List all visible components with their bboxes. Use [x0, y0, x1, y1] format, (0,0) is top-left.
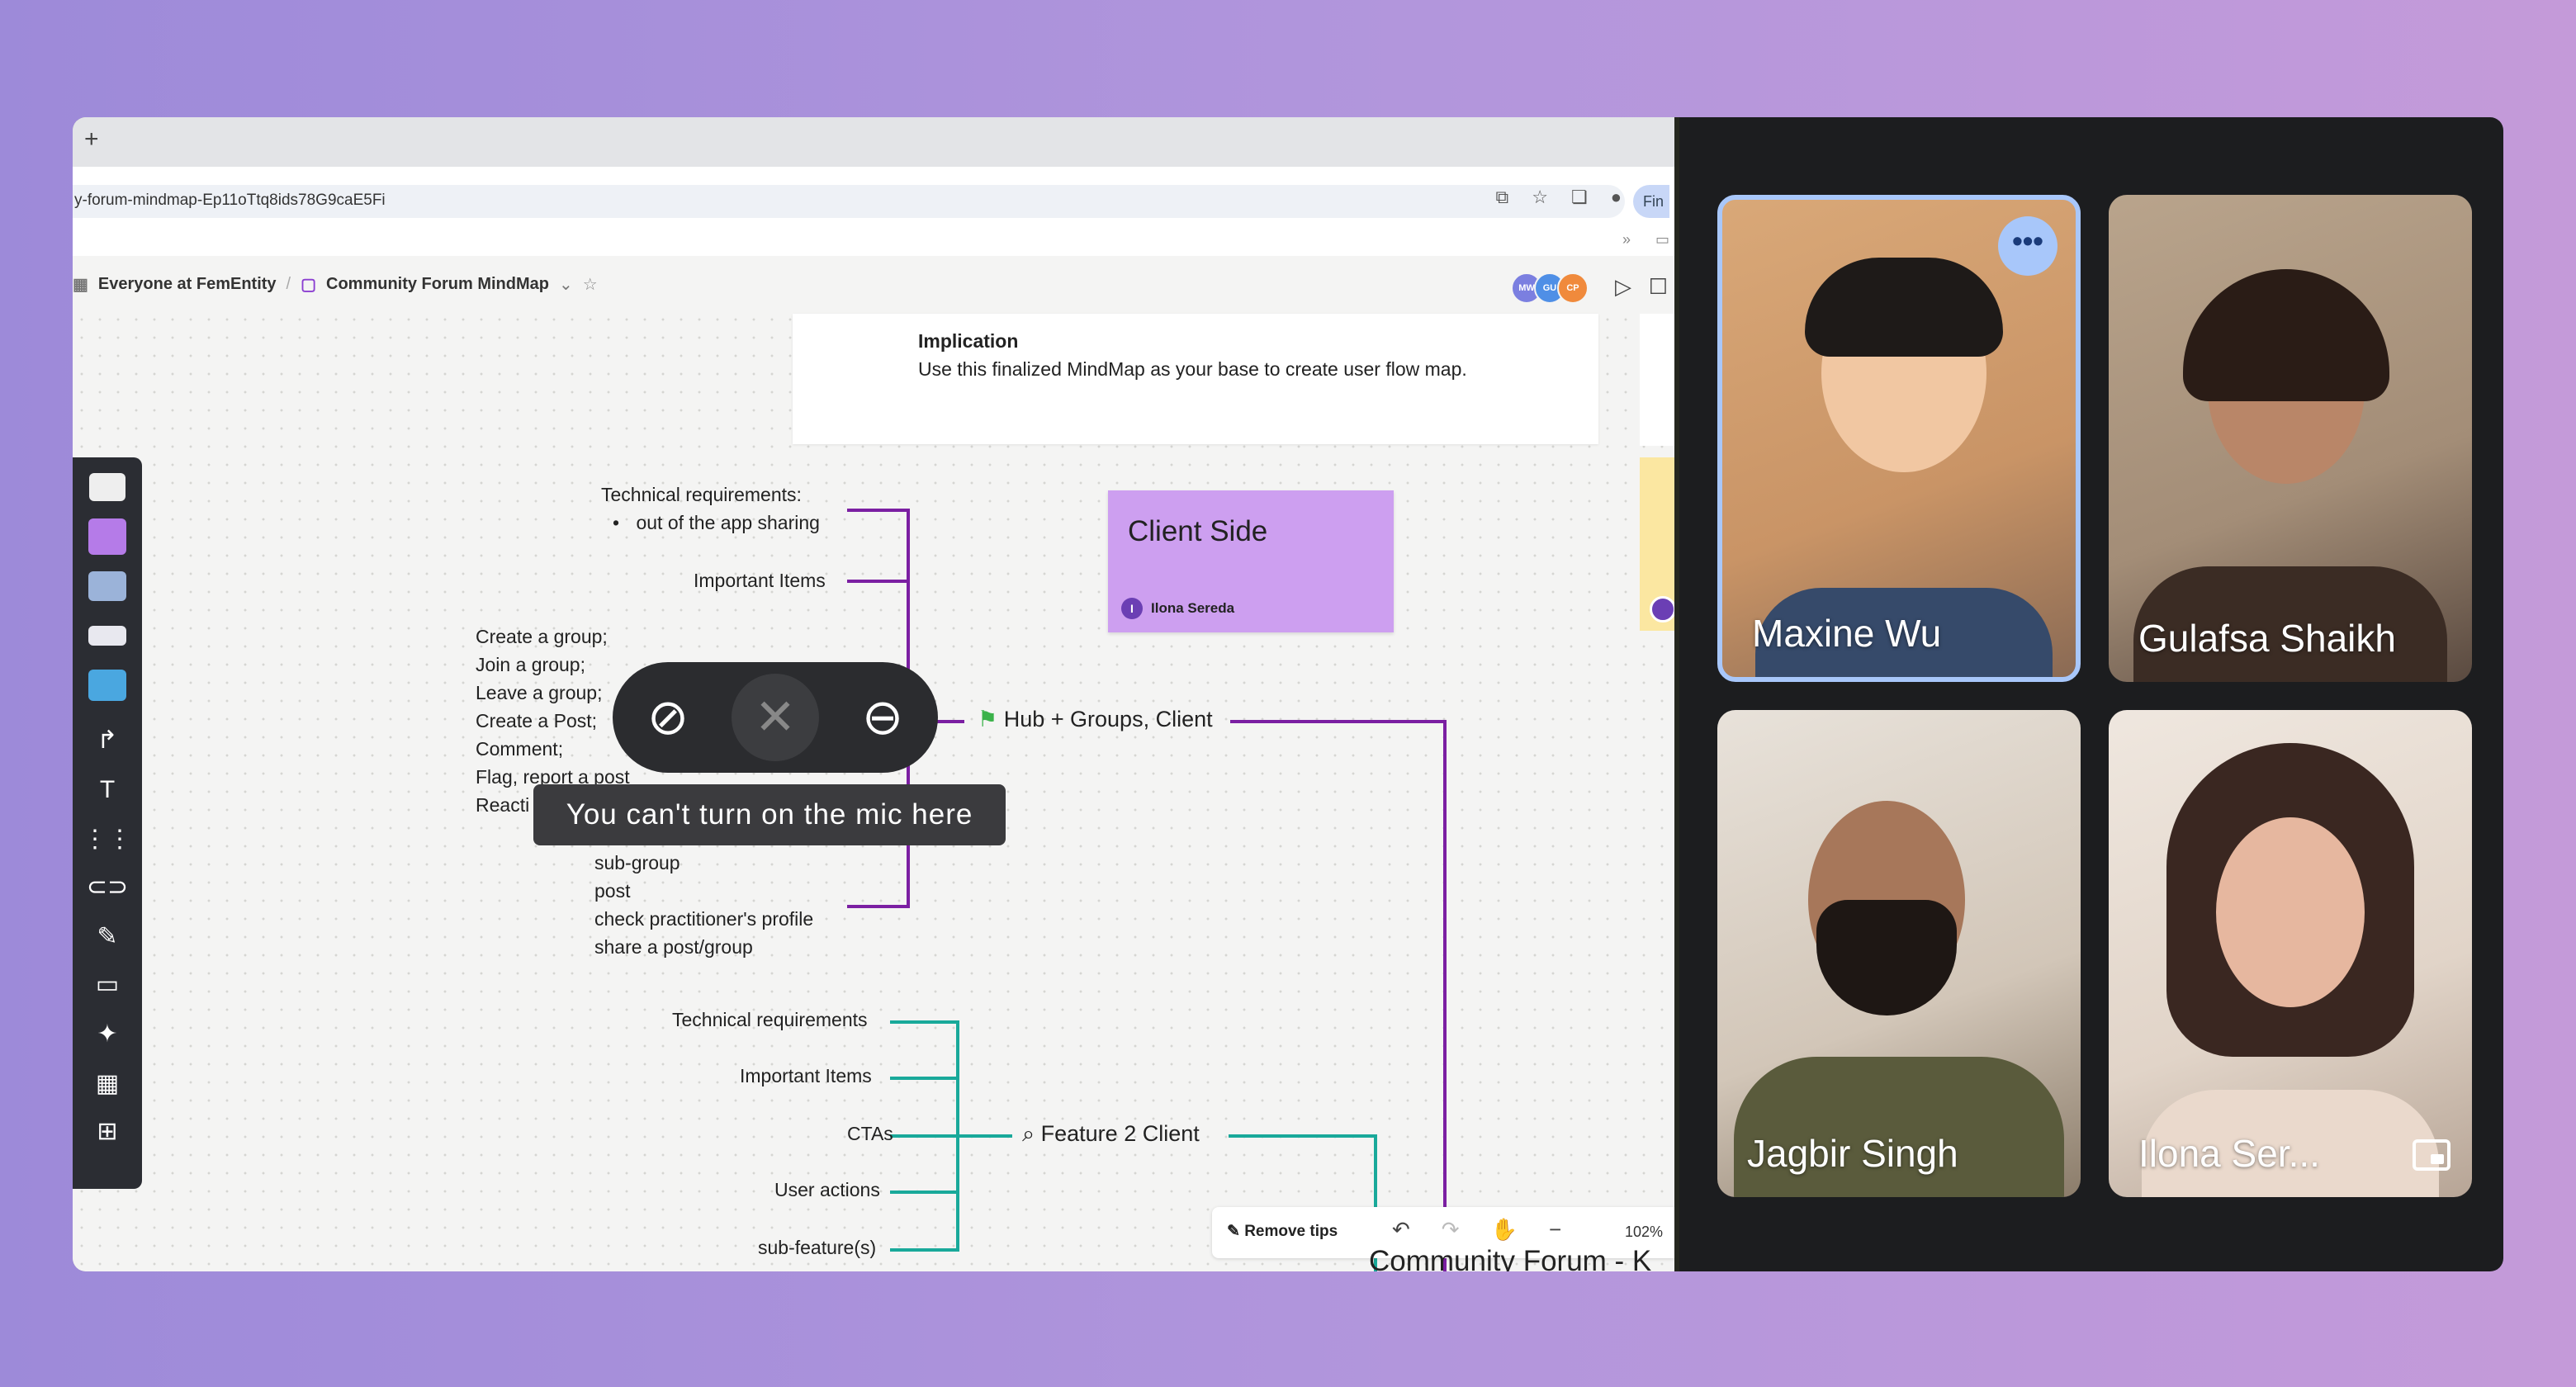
node-action[interactable]: Comment;: [476, 738, 563, 760]
node-feature-2[interactable]: ⌕ Feature 2 Client: [1022, 1121, 1200, 1148]
video-hair: [1805, 258, 2003, 357]
undo-icon[interactable]: ↶: [1392, 1217, 1410, 1243]
participant-tile-gulafsa[interactable]: Gulafsa Shaikh: [2109, 195, 2472, 682]
video-beard: [1816, 900, 1957, 1015]
node-item[interactable]: sub-feature(s): [758, 1237, 876, 1259]
meet-controls-pill: ⊘ ✕ ⊖: [613, 662, 938, 773]
remove-tips-button[interactable]: ✎ Remove tips: [1227, 1222, 1338, 1241]
search-icon: ⌕: [1022, 1121, 1035, 1146]
meeting-window: + y-forum-mindmap-Ep11oTtq8ids78G9caE5Fi…: [73, 117, 2503, 1271]
node-item[interactable]: check practitioner's profile: [594, 908, 813, 930]
shared-screen: + y-forum-mindmap-Ep11oTtq8ids78G9caE5Fi…: [73, 117, 1674, 1271]
participant-name: Jagbir Singh: [1747, 1132, 1958, 1175]
node-item[interactable]: sub-group: [594, 852, 680, 874]
node-item[interactable]: post: [594, 880, 630, 902]
remove-icon[interactable]: ⊖: [839, 674, 926, 761]
node-hub-groups[interactable]: ⚑ Hub + Groups, Client: [978, 707, 1213, 732]
node-action[interactable]: Create a Post;: [476, 710, 597, 732]
node-action[interactable]: Join a group;: [476, 654, 585, 676]
bottom-bar-icons: ↶ ↷ ✋ −: [1392, 1217, 1561, 1243]
node-hub-label: Hub + Groups, Client: [1003, 707, 1213, 731]
node-tech-bullet-text: out of the app sharing: [636, 512, 820, 533]
node-item[interactable]: Technical requirements: [672, 1009, 868, 1031]
node-feature-label: Feature 2 Client: [1040, 1121, 1200, 1146]
more-options-icon[interactable]: •••: [1998, 216, 2057, 276]
node-action[interactable]: Leave a group;: [476, 682, 602, 704]
mic-tooltip: You can't turn on the mic here: [533, 784, 1006, 845]
zoom-out-icon[interactable]: −: [1549, 1217, 1561, 1243]
node-action[interactable]: Reacti: [476, 794, 529, 817]
video-shirt: [1734, 1057, 2064, 1197]
mic-off-icon[interactable]: ✕: [732, 674, 819, 761]
node-item[interactable]: share a post/group: [594, 936, 753, 959]
panel-divider: [1674, 117, 1679, 1271]
unpin-icon[interactable]: ⊘: [624, 674, 712, 761]
picture-in-picture-icon[interactable]: [2413, 1139, 2451, 1171]
video-face: [2216, 817, 2365, 1007]
participant-name: Ilona Ser...: [2138, 1132, 2320, 1175]
participant-tile-maxine[interactable]: ••• Maxine Wu: [1717, 195, 2081, 682]
redo-icon[interactable]: ↷: [1442, 1217, 1460, 1243]
node-item[interactable]: User actions: [774, 1179, 880, 1201]
participant-name: Gulafsa Shaikh: [2138, 617, 2396, 660]
hand-icon[interactable]: ✋: [1491, 1217, 1518, 1243]
participant-name: Maxine Wu: [1752, 612, 1942, 655]
participant-tile-ilona[interactable]: Ilona Ser...: [2109, 710, 2472, 1197]
video-hair: [2183, 269, 2389, 401]
remove-tips-label: Remove tips: [1244, 1223, 1338, 1240]
node-item[interactable]: CTAs: [847, 1123, 893, 1145]
node-important-items[interactable]: Important Items: [694, 570, 826, 592]
node-tech-requirements[interactable]: Technical requirements:: [601, 484, 802, 506]
zoom-level[interactable]: 102%: [1625, 1224, 1663, 1241]
node-tech-bullet[interactable]: • out of the app sharing: [613, 512, 820, 534]
flag-icon: ⚑: [978, 707, 998, 731]
tips-icon: ✎: [1227, 1223, 1240, 1240]
participant-tile-jagbir[interactable]: Jagbir Singh: [1717, 710, 2081, 1197]
node-item[interactable]: Important Items: [740, 1065, 872, 1087]
frame-title[interactable]: Community Forum - K: [1369, 1245, 1651, 1271]
node-action[interactable]: Create a group;: [476, 626, 608, 648]
